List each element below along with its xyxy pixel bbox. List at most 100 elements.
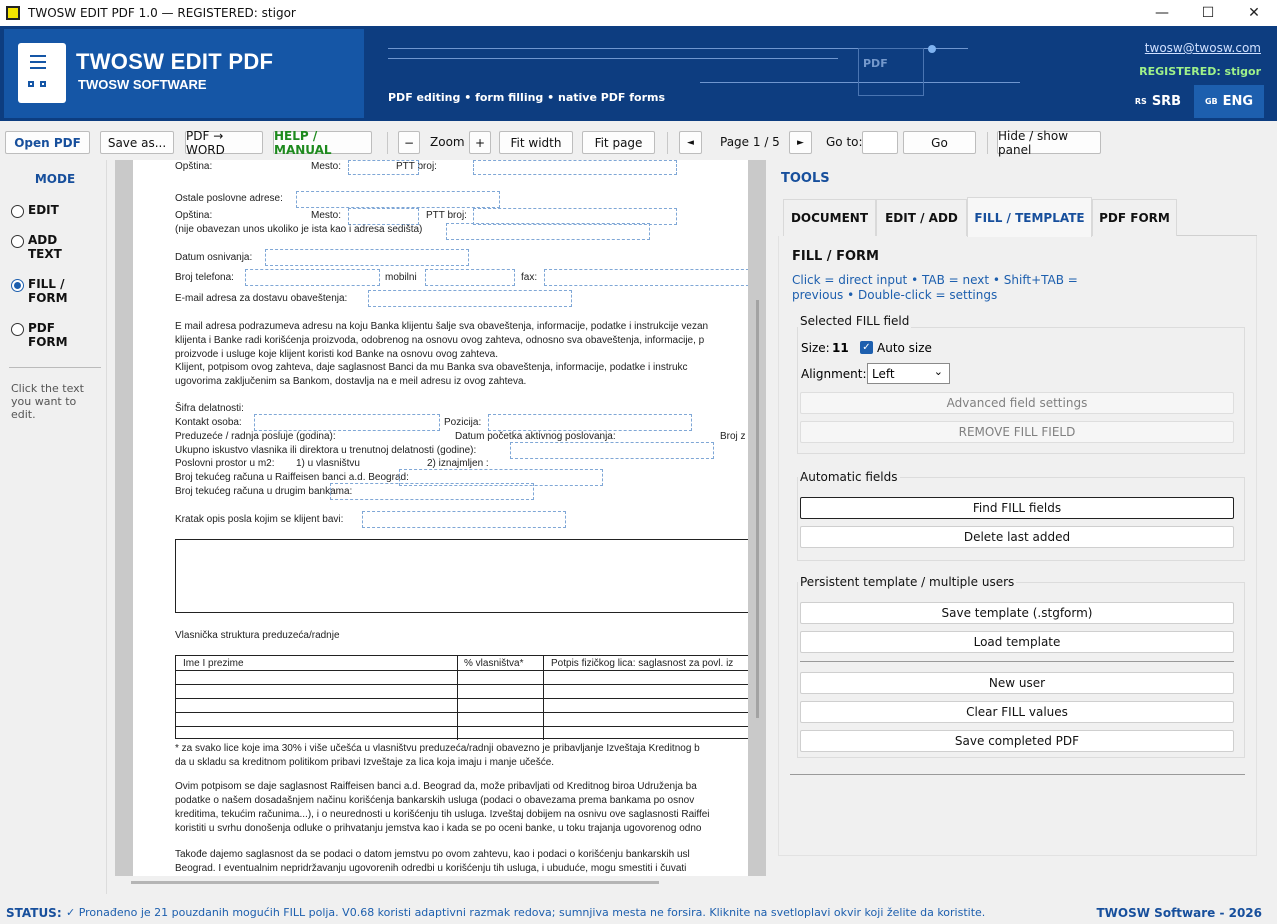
pdf-viewer[interactable]: Opština: Mesto: PTT broj: Ostale poslovn…: [115, 160, 766, 876]
clear-fill-values-button[interactable]: Clear FILL values: [800, 701, 1234, 723]
delete-last-added-button[interactable]: Delete last added: [800, 526, 1234, 548]
description-box: [175, 539, 748, 613]
tab-document[interactable]: DOCUMENT: [783, 199, 876, 236]
lang-srb-label: SRB: [1151, 94, 1182, 109]
mode-add-text-option[interactable]: ADD TEXT: [11, 233, 62, 261]
pdf-page[interactable]: Opština: Mesto: PTT broj: Ostale poslovn…: [133, 160, 748, 876]
save-as-button[interactable]: Save as...: [100, 131, 174, 154]
doc-paragraph: Takođe dajemo saglasnost da se podaci o …: [175, 849, 690, 860]
fill-template-content: FILL / FORM Click = direct input • TAB =…: [778, 236, 1257, 856]
new-user-button[interactable]: New user: [800, 672, 1234, 694]
doc-text: Broj tekućeg računa u Raiffeisen banci a…: [175, 472, 409, 483]
tab-edit-add[interactable]: EDIT / ADD: [876, 199, 967, 236]
mode-fill-form-option[interactable]: FILL / FORM: [11, 277, 68, 305]
tab-pdf-form[interactable]: PDF FORM: [1092, 199, 1177, 236]
zoom-label: Zoom: [430, 135, 465, 149]
auto-size-checkbox[interactable]: ✓: [860, 341, 873, 354]
radio-icon[interactable]: [11, 323, 24, 336]
app-icon: [6, 6, 20, 20]
doc-text: Opština:: [175, 161, 213, 172]
fill-field[interactable]: [265, 249, 469, 266]
ownership-table: Ime I prezime % vlasništva* Potpis fizič…: [175, 655, 748, 740]
zoom-out-button[interactable]: −: [398, 131, 420, 154]
fill-field[interactable]: [254, 414, 440, 431]
table-header: Potpis fizičkog lica: saglasnost za povl…: [551, 658, 734, 669]
find-fill-fields-button[interactable]: Find FILL fields: [800, 497, 1234, 519]
fill-field[interactable]: [348, 160, 419, 175]
save-completed-pdf-button[interactable]: Save completed PDF: [800, 730, 1234, 752]
save-template-button[interactable]: Save template (.stgform): [800, 602, 1234, 624]
fill-field[interactable]: [510, 442, 714, 459]
minimize-icon: —: [1155, 5, 1169, 21]
open-pdf-button[interactable]: Open PDF: [5, 131, 90, 154]
zoom-in-button[interactable]: +: [469, 131, 491, 154]
fit-width-button[interactable]: Fit width: [499, 131, 573, 154]
next-page-icon: ►: [797, 137, 804, 148]
radio-selected-icon[interactable]: [11, 279, 24, 292]
alignment-label: Alignment:: [801, 367, 867, 381]
doc-text: PTT broj:: [426, 210, 467, 221]
pdf-watermark-icon: PDF: [858, 48, 924, 96]
radio-icon[interactable]: [11, 235, 24, 248]
vertical-scrollbar[interactable]: [756, 300, 759, 718]
banner-decor-dot: [928, 45, 936, 53]
close-icon: ✕: [1248, 5, 1260, 21]
remove-fill-field-button[interactable]: REMOVE FILL FIELD: [800, 421, 1234, 443]
app-name: TWOSW EDIT PDF: [76, 49, 274, 74]
fill-field[interactable]: [488, 414, 692, 431]
fill-field[interactable]: [446, 223, 650, 240]
main-toolbar: Open PDF Save as... PDF → WORD HELP / MA…: [0, 124, 1277, 160]
group-label: Automatic fields: [798, 470, 900, 484]
doc-text: Kontakt osoba:: [175, 417, 242, 428]
mode-label: FILL / FORM: [28, 277, 68, 305]
fill-field[interactable]: [348, 208, 419, 225]
app-banner: TWOSW EDIT PDF TWOSW SOFTWARE PDF PDF ed…: [0, 26, 1277, 121]
mode-pdf-form-option[interactable]: PDF FORM: [11, 321, 68, 349]
fit-page-button[interactable]: Fit page: [582, 131, 655, 154]
next-page-button[interactable]: ►: [789, 131, 812, 154]
tab-fill-template[interactable]: FILL / TEMPLATE: [967, 197, 1092, 237]
fill-field[interactable]: [368, 290, 572, 307]
load-template-button[interactable]: Load template: [800, 631, 1234, 653]
maximize-button[interactable]: ☐: [1185, 0, 1231, 26]
mode-edit-option[interactable]: EDIT: [11, 203, 59, 218]
go-button[interactable]: Go: [903, 131, 976, 154]
close-button[interactable]: ✕: [1231, 0, 1277, 26]
fill-field[interactable]: [473, 160, 677, 175]
goto-page-input[interactable]: [862, 131, 898, 154]
fill-field[interactable]: [362, 511, 566, 528]
brand-box: TWOSW EDIT PDF TWOSW SOFTWARE: [4, 29, 364, 118]
help-manual-button[interactable]: HELP / MANUAL: [273, 129, 372, 157]
status-message: ✓ Pronađeno je 21 pouzdanih mogućih FILL…: [66, 906, 986, 919]
doc-text: Broj telefona:: [175, 272, 234, 283]
doc-text: 1) u vlasništvu: [296, 458, 360, 469]
minimize-button[interactable]: —: [1139, 0, 1185, 26]
alignment-select[interactable]: Left ⌄: [867, 363, 950, 384]
toolbar-divider: [387, 132, 388, 154]
document-logo-icon: [18, 43, 66, 103]
email-link[interactable]: twosw@twosw.com: [1145, 41, 1261, 55]
fill-field[interactable]: [296, 191, 500, 208]
doc-paragraph: klijenta i Banke radi korišćenja proizvo…: [175, 335, 705, 346]
radio-icon[interactable]: [11, 205, 24, 218]
pdf-to-word-button[interactable]: PDF → WORD: [185, 129, 263, 157]
lang-srb-button[interactable]: RS SRB: [1124, 85, 1192, 118]
hide-show-panel-button[interactable]: Hide / show panel: [997, 129, 1101, 157]
fill-field[interactable]: [245, 269, 380, 286]
toolbar-divider: [667, 132, 668, 154]
size-value: 11: [832, 341, 849, 355]
fill-field[interactable]: [330, 483, 534, 500]
template-divider: [800, 661, 1234, 662]
status-label: STATUS:: [6, 906, 62, 920]
fill-field[interactable]: [425, 269, 515, 286]
fill-field[interactable]: [544, 269, 748, 286]
doc-text: Kratak opis posla kojim se klijent bavi:: [175, 514, 344, 525]
page-indicator: Page 1 / 5: [720, 135, 780, 149]
horizontal-scrollbar[interactable]: [131, 881, 659, 884]
auto-size-label: Auto size: [877, 341, 932, 355]
tools-title: TOOLS: [781, 171, 830, 186]
advanced-settings-button[interactable]: Advanced field settings: [800, 392, 1234, 414]
lang-eng-button[interactable]: GB ENG: [1194, 85, 1264, 118]
mode-title: MODE: [34, 172, 76, 186]
prev-page-button[interactable]: ◄: [679, 131, 702, 154]
